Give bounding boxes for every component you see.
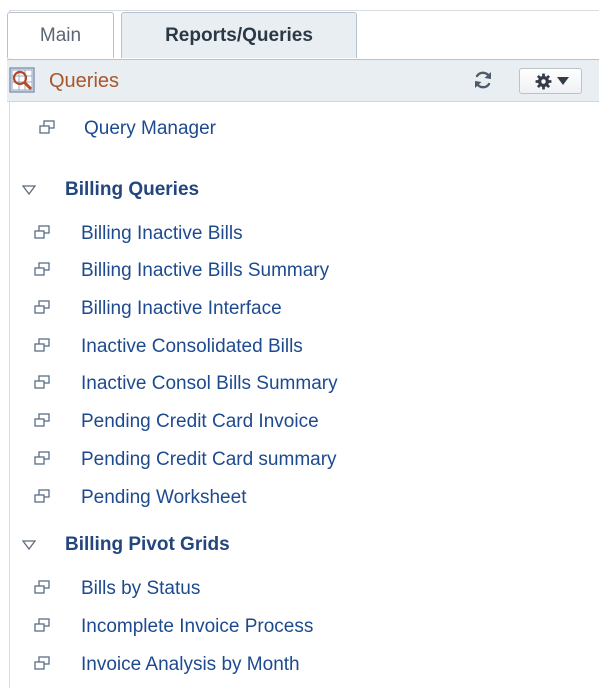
link-icon <box>34 489 50 503</box>
tab-main[interactable]: Main <box>7 12 114 58</box>
link-label: Incomplete Invoice Process <box>81 616 314 637</box>
link-label: Inactive Consol Bills Summary <box>81 373 338 394</box>
tab-reports-queries[interactable]: Reports/Queries <box>121 12 357 58</box>
link-icon <box>34 300 50 314</box>
link-icon <box>34 618 50 632</box>
pagelet-title: Queries <box>49 70 120 92</box>
link-label: Pending Credit Card summary <box>81 449 337 470</box>
refresh-icon[interactable] <box>472 69 494 91</box>
link-label: Pending Credit Card Invoice <box>81 411 319 432</box>
pagelet-header: Queries <box>7 59 599 102</box>
link-icon <box>34 656 50 670</box>
link-label: Pending Worksheet <box>81 487 247 508</box>
folder-label: Billing Queries <box>65 179 200 200</box>
link-label: Billing Inactive Bills <box>81 223 243 244</box>
collapse-triangle-icon <box>22 540 36 550</box>
link-label: Billing Inactive Interface <box>81 298 282 319</box>
link-icon <box>34 262 50 276</box>
query-pagelet-icon <box>9 67 35 93</box>
link-icon <box>34 375 50 389</box>
link-icon <box>39 120 55 134</box>
chevron-down-icon <box>557 77 569 85</box>
frame-border-top <box>9 10 599 11</box>
link-label: Invoice Analysis by Month <box>81 654 300 675</box>
link-icon <box>34 413 50 427</box>
link-icon <box>34 225 50 239</box>
gear-icon <box>535 73 552 90</box>
collapse-triangle-icon <box>22 185 36 195</box>
link-label: Billing Inactive Bills Summary <box>81 260 330 281</box>
link-icon <box>34 338 50 352</box>
link-label: Bills by Status <box>81 578 201 599</box>
link-label: Inactive Consolidated Bills <box>81 336 303 357</box>
link-label: Query Manager <box>84 118 217 139</box>
pagelet-actions-button[interactable] <box>519 68 582 94</box>
frame-border-left <box>9 10 10 688</box>
folder-label: Billing Pivot Grids <box>65 534 230 555</box>
link-icon <box>34 580 50 594</box>
link-icon <box>34 451 50 465</box>
